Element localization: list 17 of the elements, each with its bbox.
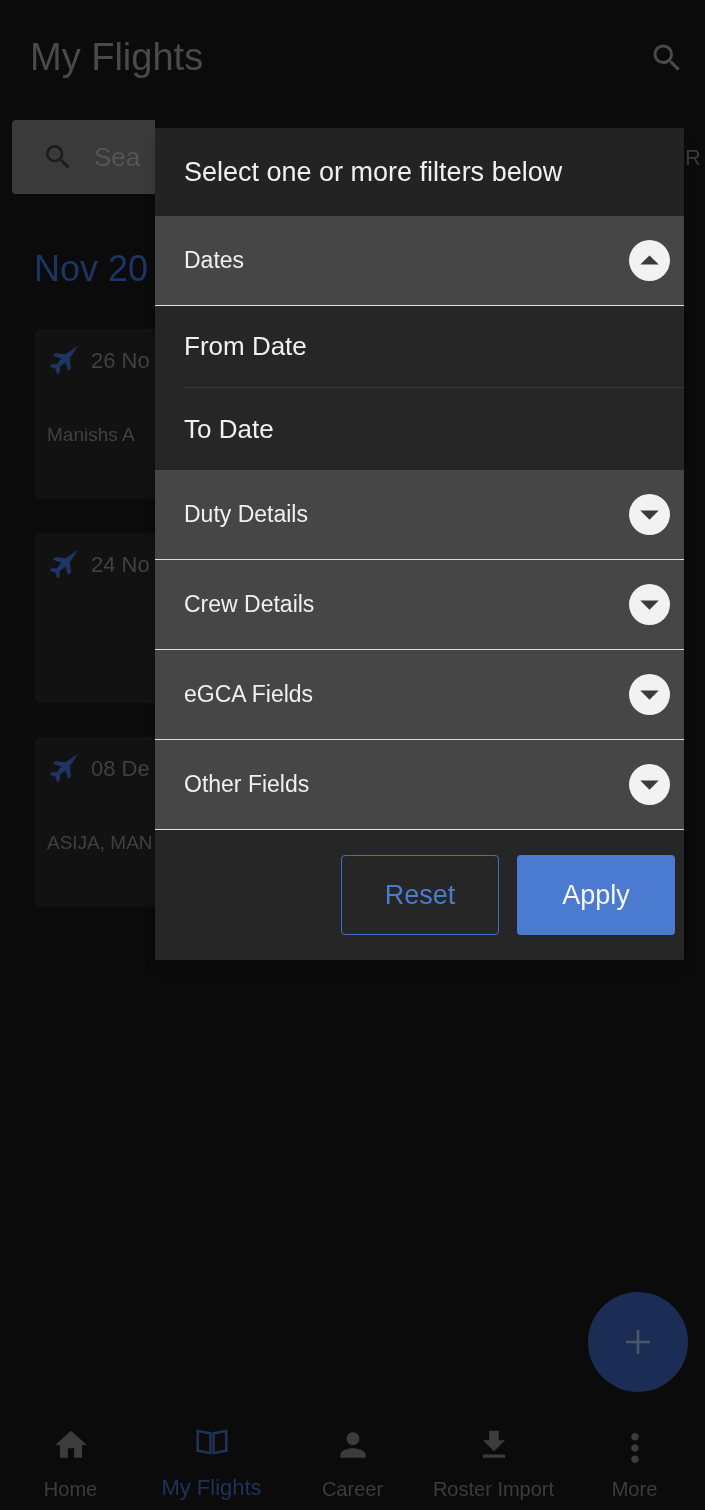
reset-button[interactable]: Reset (341, 855, 499, 935)
more-icon (629, 1432, 640, 1464)
month-heading: Nov 20 (34, 247, 149, 291)
jet-icon (47, 343, 81, 377)
nav-tab[interactable]: My Flights (141, 1410, 282, 1504)
filter-section-header[interactable]: Duty Details (155, 470, 684, 560)
filter-section-header[interactable]: Dates (155, 216, 684, 306)
jet-icon (47, 751, 81, 785)
date-field[interactable]: To Date (184, 409, 274, 449)
date-field[interactable]: From Date (184, 327, 307, 366)
filter-section-header[interactable]: Crew Details (155, 560, 684, 650)
apply-button[interactable]: Apply (517, 855, 675, 935)
filter-section-header[interactable]: eGCA Fields (155, 650, 684, 740)
filter-section-header[interactable]: Other Fields (155, 740, 684, 830)
popup-title: Select one or more filters below (155, 128, 684, 216)
screen-title: My Flights (30, 35, 204, 80)
jet-icon (47, 547, 81, 581)
